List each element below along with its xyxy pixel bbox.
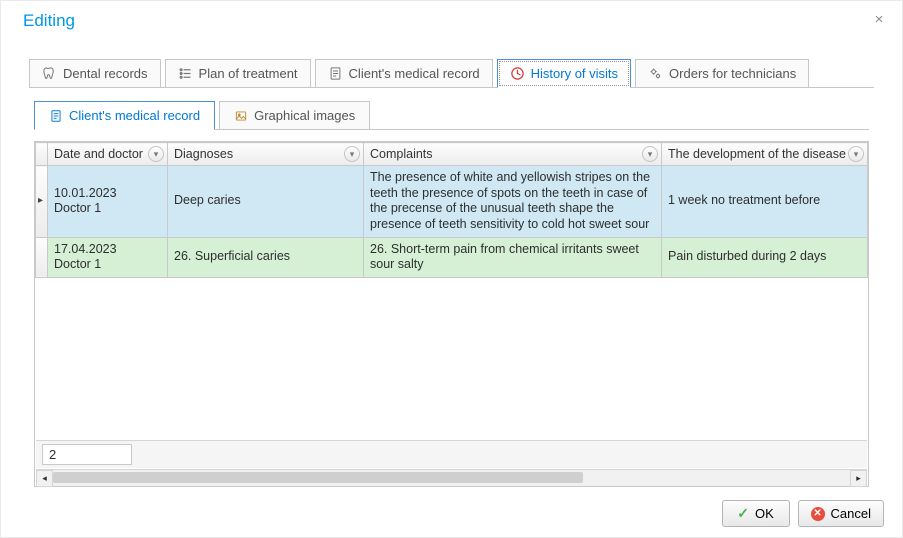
grid-footer: 2	[36, 440, 867, 468]
cell-development[interactable]: Pain disturbed during 2 days	[662, 237, 868, 277]
row-indicator-icon	[36, 166, 48, 238]
tab-history-of-visits[interactable]: History of visits	[497, 59, 631, 88]
dialog-buttons: ✓ OK ✕ Cancel	[722, 500, 884, 527]
col-complaints[interactable]: Complaints ▾	[364, 143, 662, 166]
tab-label: Plan of treatment	[199, 66, 298, 81]
cell-diagnoses[interactable]: 26. Superficial caries	[168, 237, 364, 277]
col-development[interactable]: The development of the disease ▾	[662, 143, 868, 166]
col-label: Date and doctor	[54, 147, 143, 161]
cancel-icon: ✕	[811, 507, 825, 521]
gears-icon	[648, 66, 663, 81]
filter-icon[interactable]: ▾	[642, 146, 658, 162]
scroll-track[interactable]	[53, 470, 850, 487]
cell-date-doctor[interactable]: 10.01.2023 Doctor 1	[48, 166, 168, 238]
col-date-doctor[interactable]: Date and doctor ▾	[48, 143, 168, 166]
tab-plan-of-treatment[interactable]: Plan of treatment	[165, 59, 311, 87]
cell-doctor: Doctor 1	[54, 201, 161, 217]
visits-grid: Date and doctor ▾ Diagnoses ▾ Complaints…	[34, 141, 869, 487]
main-tabs: Dental records Plan of treatment Client'…	[29, 59, 874, 88]
tab-orders-for-technicians[interactable]: Orders for technicians	[635, 59, 809, 87]
close-icon[interactable]: ×	[872, 13, 886, 27]
subtab-label: Client's medical record	[69, 108, 200, 123]
scroll-right-icon[interactable]: ▸	[850, 470, 867, 487]
cell-date-doctor[interactable]: 17.04.2023 Doctor 1	[48, 237, 168, 277]
subtab-graphical-images[interactable]: Graphical images	[219, 101, 370, 129]
cell-date: 10.01.2023	[54, 186, 161, 202]
row-indicator	[36, 237, 48, 277]
tab-dental-records[interactable]: Dental records	[29, 59, 161, 87]
subtab-clients-medical-record[interactable]: Client's medical record	[34, 101, 215, 130]
ok-button[interactable]: ✓ OK	[722, 500, 790, 527]
ok-label: OK	[755, 506, 774, 521]
cell-date: 17.04.2023	[54, 242, 161, 258]
cancel-label: Cancel	[831, 506, 871, 521]
tab-label: History of visits	[531, 66, 618, 81]
check-icon: ✓	[737, 505, 749, 522]
table-row[interactable]: 10.01.2023 Doctor 1 Deep caries The pres…	[36, 166, 868, 238]
filter-icon[interactable]: ▾	[848, 146, 864, 162]
cell-diagnoses[interactable]: Deep caries	[168, 166, 364, 238]
cancel-button[interactable]: ✕ Cancel	[798, 500, 884, 527]
document-icon	[49, 109, 63, 123]
filter-icon[interactable]: ▾	[344, 146, 360, 162]
subtab-label: Graphical images	[254, 108, 355, 123]
document-icon	[328, 66, 343, 81]
history-icon	[510, 66, 525, 81]
row-count: 2	[42, 444, 132, 465]
tab-label: Orders for technicians	[669, 66, 796, 81]
tab-label: Client's medical record	[349, 66, 480, 81]
scroll-thumb[interactable]	[53, 472, 583, 483]
tab-clients-medical-record[interactable]: Client's medical record	[315, 59, 493, 87]
cell-complaints[interactable]: 26. Short-term pain from chemical irrita…	[364, 237, 662, 277]
row-header-corner	[36, 143, 48, 166]
cell-complaints[interactable]: The presence of white and yellowish stri…	[364, 166, 662, 238]
col-label: The development of the disease	[668, 147, 846, 161]
table-row[interactable]: 17.04.2023 Doctor 1 26. Superficial cari…	[36, 237, 868, 277]
col-label: Complaints	[370, 147, 433, 161]
tab-label: Dental records	[63, 66, 148, 81]
col-label: Diagnoses	[174, 147, 233, 161]
scroll-left-icon[interactable]: ◂	[36, 470, 53, 487]
filter-icon[interactable]: ▾	[148, 146, 164, 162]
cell-development[interactable]: 1 week no treatment before	[662, 166, 868, 238]
window-title: Editing	[1, 1, 902, 41]
cell-doctor: Doctor 1	[54, 257, 161, 273]
image-icon	[234, 109, 248, 123]
sub-tabs: Client's medical record Graphical images	[34, 101, 869, 130]
tooth-icon	[42, 66, 57, 81]
list-icon	[178, 66, 193, 81]
horizontal-scrollbar[interactable]: ◂ ▸	[36, 469, 867, 486]
col-diagnoses[interactable]: Diagnoses ▾	[168, 143, 364, 166]
